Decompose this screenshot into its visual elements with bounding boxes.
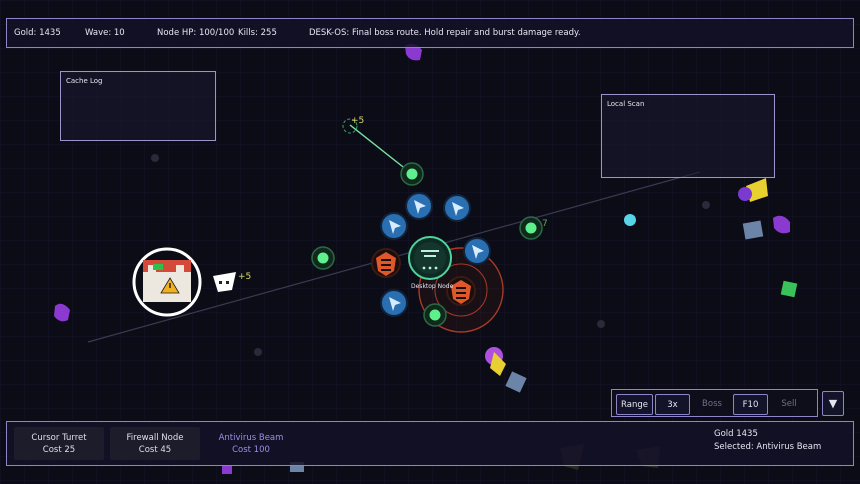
hud-wave: Wave: 10 <box>85 28 125 38</box>
sell-button[interactable]: Sell <box>770 394 808 415</box>
cache-log-title: Cache Log <box>66 77 103 85</box>
speed-button[interactable]: 3x <box>655 394 690 415</box>
virus-icon <box>742 220 764 240</box>
cursor-turret-icon[interactable] <box>380 289 408 317</box>
tower-name: Antivirus Beam <box>218 433 284 443</box>
cursor-turret-icon[interactable] <box>405 192 433 220</box>
action-bar: Range 3x Boss F10 Sell <box>611 389 818 417</box>
local-scan-title: Local Scan <box>607 100 645 108</box>
tower-cost: Cost 100 <box>232 445 270 455</box>
path-marker <box>702 201 710 209</box>
firewall-node-icon[interactable] <box>446 276 476 306</box>
tower-cost: Cost 45 <box>138 445 172 455</box>
antivirus-beam-icon[interactable] <box>311 246 335 270</box>
tower-name: Cursor Turret <box>31 433 87 443</box>
local-scan-panel: Local Scan <box>601 94 775 178</box>
cursor-turret-icon[interactable] <box>443 194 471 222</box>
tower-shop-bar: Cursor Turret Cost 25 Firewall Node Cost… <box>6 421 854 466</box>
antivirus-beam-icon[interactable] <box>400 162 424 186</box>
hud-bar: Gold: 1435 Wave: 10 Node HP: 100/100 Kil… <box>6 18 854 48</box>
desktop-node-icon[interactable] <box>408 236 452 280</box>
status-selected: Selected: Antivirus Beam <box>714 442 822 452</box>
boss-virus-icon[interactable] <box>132 247 202 317</box>
path-marker <box>597 320 605 328</box>
status-block: Gold 1435 Selected: Antivirus Beam <box>714 428 821 454</box>
tower-button-firewall-node[interactable]: Firewall Node Cost 45 <box>110 427 200 460</box>
collapse-button[interactable]: ▼ <box>822 391 844 416</box>
status-gold: Gold 1435 <box>714 429 758 439</box>
antivirus-beam-icon[interactable] <box>519 216 543 240</box>
path-marker <box>151 154 159 162</box>
hud-node-hp: Node HP: 100/100 <box>157 28 235 38</box>
path-marker <box>254 348 262 356</box>
core-label: Desktop Node <box>411 283 454 290</box>
firewall-node-icon[interactable] <box>371 248 401 278</box>
virus-icon <box>780 280 798 298</box>
cache-log-panel: Cache Log <box>60 71 216 141</box>
cursor-turret-icon[interactable] <box>463 237 491 265</box>
tower-name: Firewall Node <box>126 433 184 443</box>
float-plus-top: +5 <box>351 116 364 126</box>
tower-button-antivirus-beam[interactable]: Antivirus Beam Cost 100 <box>206 427 296 460</box>
virus-icon <box>624 214 636 226</box>
f10-button[interactable]: F10 <box>733 394 768 415</box>
tower-button-cursor-turret[interactable]: Cursor Turret Cost 25 <box>14 427 104 460</box>
cursor-turret-icon[interactable] <box>380 212 408 240</box>
hud-kills: Kills: 255 <box>238 28 277 38</box>
range-button[interactable]: Range <box>616 394 653 415</box>
float-seven: 7 <box>542 219 548 229</box>
hud-message: DESK-OS: Final boss route. Hold repair a… <box>309 28 581 38</box>
boss-button[interactable]: Boss <box>694 394 730 415</box>
float-plus-left: +5 <box>238 272 251 282</box>
hud-gold: Gold: 1435 <box>14 28 61 38</box>
antivirus-beam-icon[interactable] <box>423 303 447 327</box>
tower-cost: Cost 25 <box>42 445 76 455</box>
